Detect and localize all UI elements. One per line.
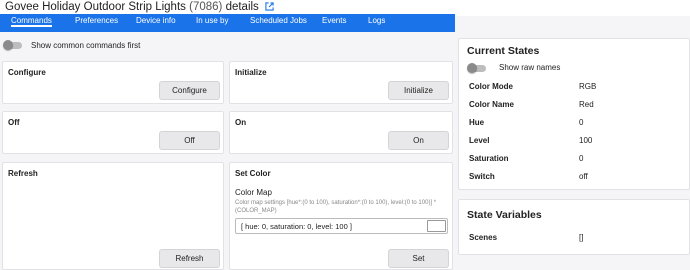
title-suffix: details [225, 1, 259, 13]
raw-names-toggle[interactable] [467, 63, 487, 73]
raw-names-label: Show raw names [499, 63, 561, 72]
state-value: 0 [579, 118, 584, 127]
state-name: Saturation [469, 154, 509, 163]
page-title: Govee Holiday Outdoor Strip Lights (7086… [5, 1, 274, 13]
state-name: Color Mode [469, 82, 513, 91]
set-color-title: Set Color [235, 169, 271, 178]
state-value: 0 [579, 154, 584, 163]
color-map-label: Color Map [235, 188, 272, 197]
color-map-input[interactable]: [ hue: 0, saturation: 0, level: 100 ] [235, 218, 448, 234]
state-row: Saturation 0 [459, 151, 690, 169]
initialize-button[interactable]: Initialize [388, 81, 449, 100]
refresh-button[interactable]: Refresh [159, 249, 220, 268]
state-row: Color Name Red [459, 97, 690, 115]
tab-scheduled-jobs[interactable]: Scheduled Jobs [250, 16, 307, 25]
tab-preferences[interactable]: Preferences [75, 16, 118, 25]
common-commands-toggle[interactable] [3, 40, 23, 50]
color-map-help: Color map settings [hue*:(0 to 100), sat… [235, 200, 437, 214]
tab-logs[interactable]: Logs [368, 16, 385, 25]
configure-card: Configure Configure [2, 61, 224, 104]
state-value: RGB [579, 82, 597, 91]
off-button[interactable]: Off [159, 131, 220, 150]
refresh-title: Refresh [8, 169, 38, 178]
refresh-card: Refresh Refresh [2, 162, 224, 270]
state-name: Color Name [469, 100, 514, 109]
off-title: Off [8, 118, 20, 127]
variable-name: Scenes [469, 233, 498, 242]
state-value: 100 [579, 136, 593, 145]
tab-bar: Commands Preferences Device info In use … [0, 14, 455, 32]
state-row: Color Mode RGB [459, 79, 690, 97]
initialize-card: Initialize Initialize [229, 61, 453, 104]
configure-button[interactable]: Configure [159, 81, 220, 100]
set-color-card: Set Color Color Map Color map settings [… [229, 162, 453, 270]
current-states-title: Current States [467, 45, 540, 57]
device-id: (7086) [189, 1, 223, 13]
configure-title: Configure [8, 68, 46, 77]
tab-events[interactable]: Events [322, 16, 346, 25]
state-value: Red [579, 100, 594, 109]
tab-device-info[interactable]: Device info [136, 16, 176, 25]
state-name: Hue [469, 118, 485, 127]
color-picker-swatch[interactable] [427, 220, 446, 232]
state-variables-panel: State Variables Scenes [] [458, 199, 690, 255]
state-name: Switch [469, 172, 495, 181]
state-row: Hue 0 [459, 115, 690, 133]
common-commands-label: Show common commands first [31, 41, 141, 50]
color-map-value: [ hue: 0, saturation: 0, level: 100 ] [241, 222, 352, 231]
set-color-button[interactable]: Set [388, 249, 449, 268]
state-row: Level 100 [459, 133, 690, 151]
off-card: Off Off [2, 111, 224, 154]
current-states-panel: Current States Show raw names Color Mode… [458, 38, 690, 190]
state-value: off [579, 172, 588, 181]
external-link-icon[interactable] [265, 2, 274, 12]
on-card: On On [229, 111, 453, 154]
state-row: Switch off [459, 169, 690, 187]
variable-value: [] [579, 233, 584, 242]
variable-row: Scenes [] [459, 230, 690, 248]
on-title: On [235, 118, 247, 127]
device-name: Govee Holiday Outdoor Strip Lights [5, 1, 186, 13]
tab-commands[interactable]: Commands [11, 16, 52, 27]
initialize-title: Initialize [235, 68, 267, 77]
state-name: Level [469, 136, 490, 145]
state-variables-title: State Variables [467, 209, 542, 221]
tab-in-use-by[interactable]: In use by [196, 16, 228, 25]
on-button[interactable]: On [388, 131, 449, 150]
